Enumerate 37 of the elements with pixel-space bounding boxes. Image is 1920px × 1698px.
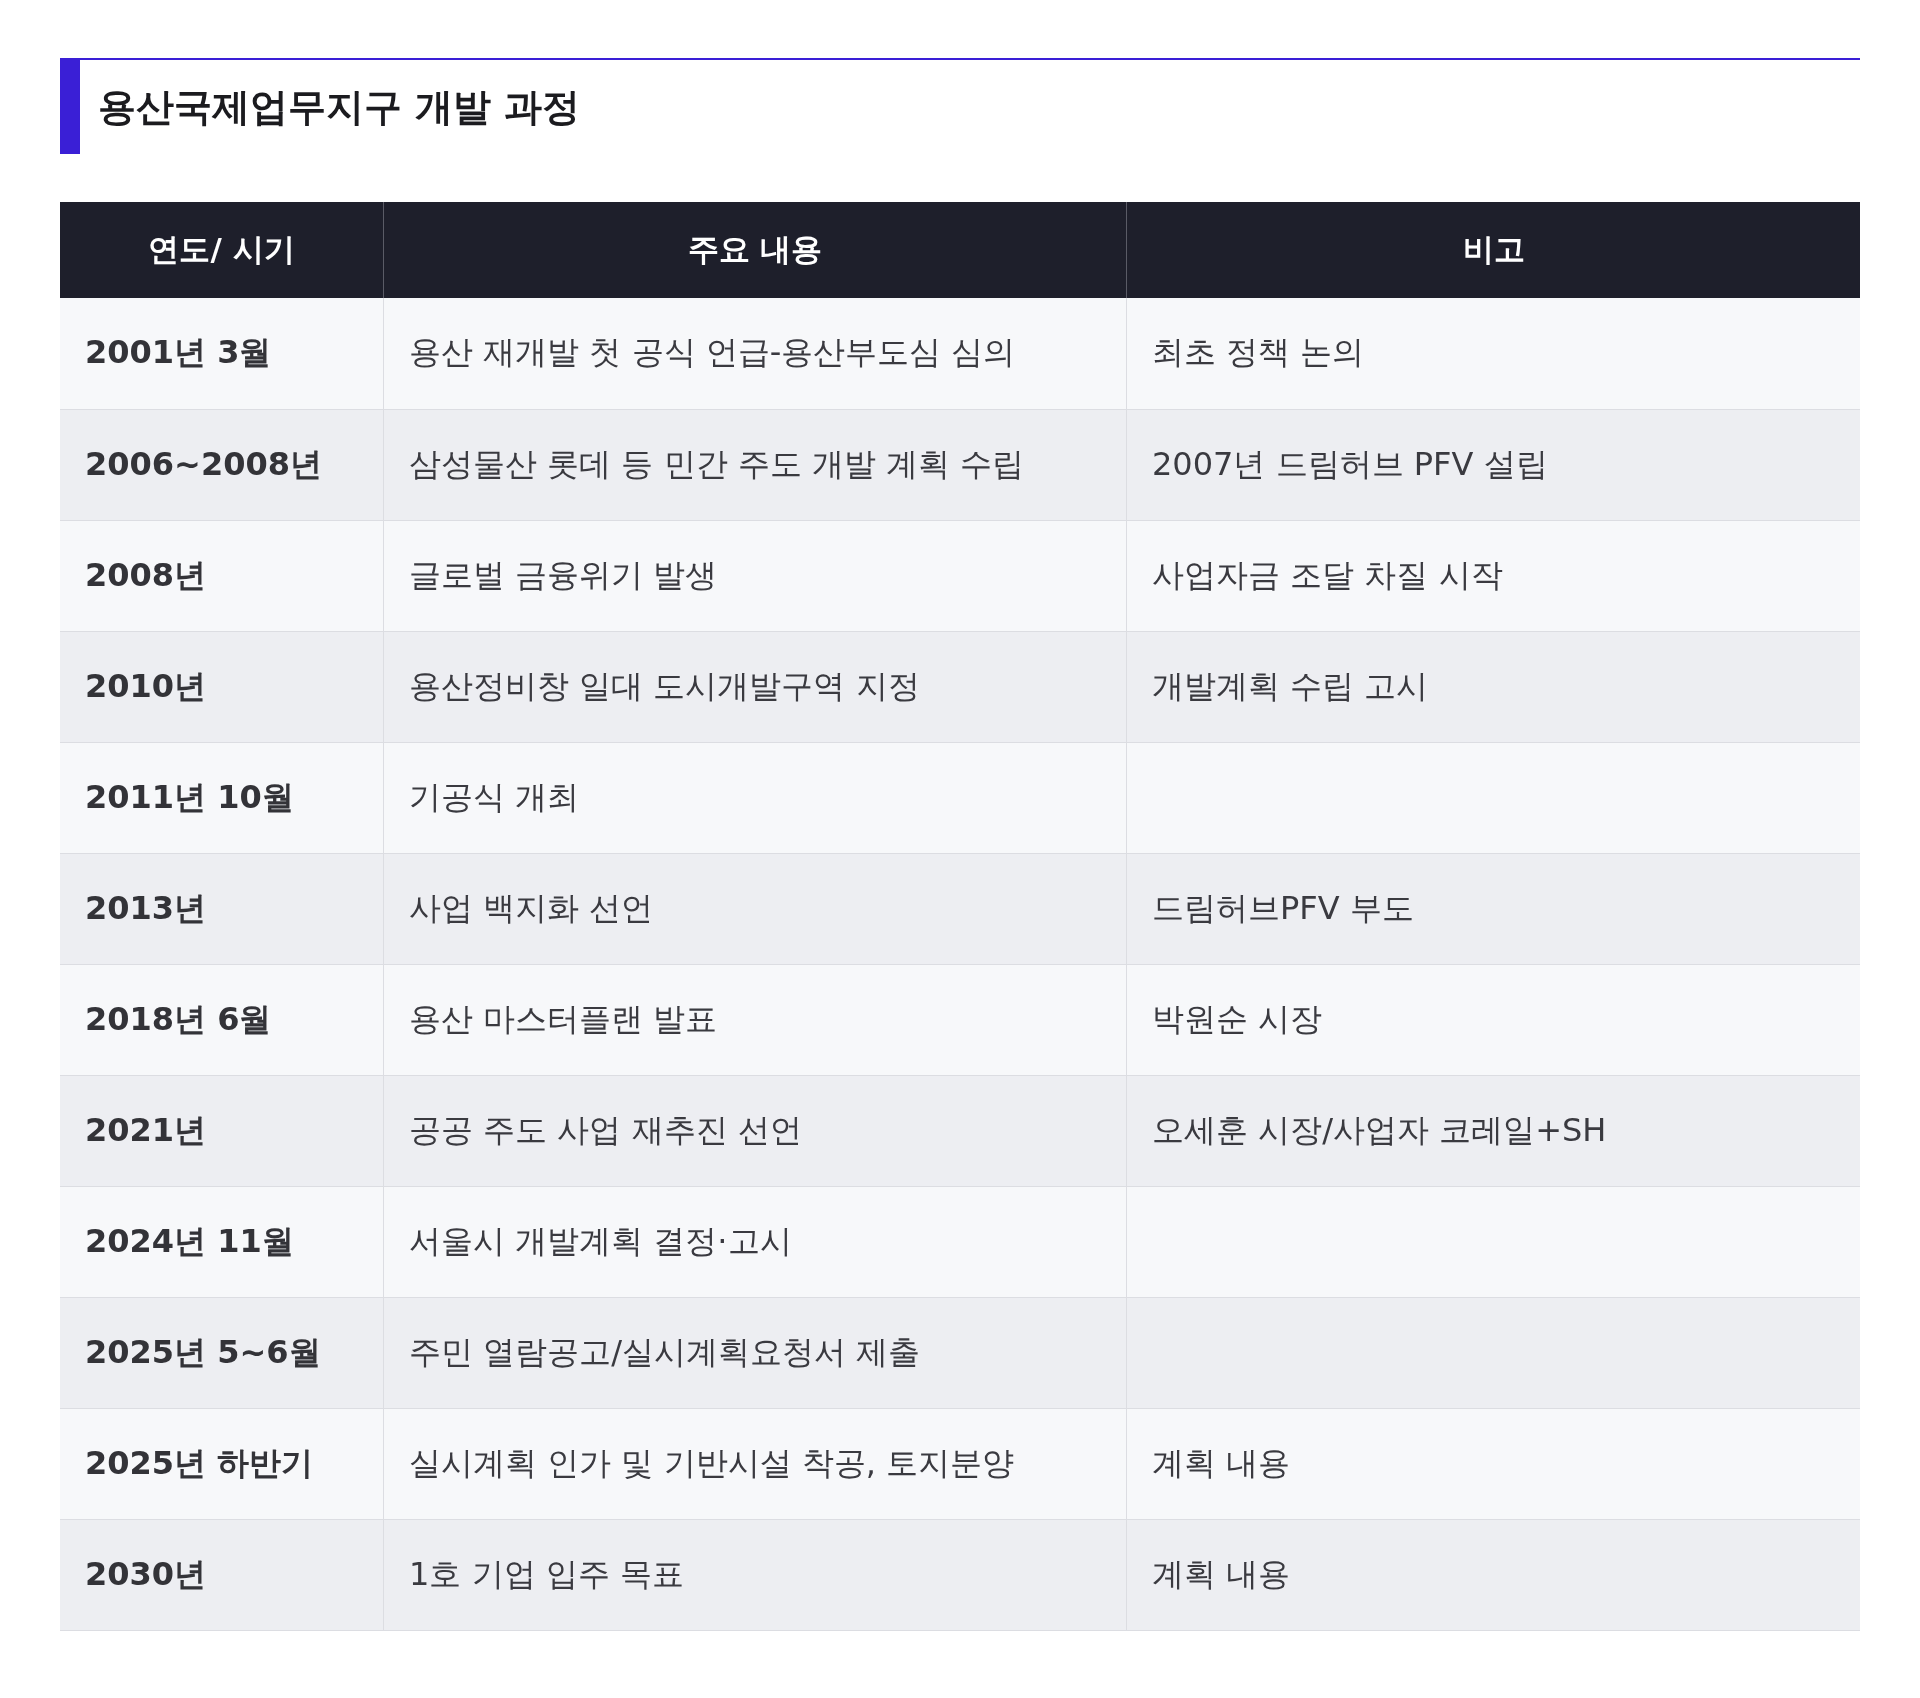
column-header: 비고 <box>1126 202 1860 298</box>
period-cell: 2021년 <box>60 1075 384 1186</box>
content-cell: 서울시 개발계획 결정·고시 <box>383 1186 1127 1297</box>
note-cell: 계획 내용 <box>1126 1519 1860 1630</box>
content-cell: 삼성물산 롯데 등 민간 주도 개발 계획 수립 <box>383 409 1127 520</box>
content-cell: 실시계획 인가 및 기반시설 착공, 토지분양 <box>383 1408 1127 1519</box>
period-cell: 2006~2008년 <box>60 409 384 520</box>
period-cell: 2025년 5~6월 <box>60 1297 384 1408</box>
content-cell: 주민 열람공고/실시계획요청서 제출 <box>383 1297 1127 1408</box>
content-cell: 공공 주도 사업 재추진 선언 <box>383 1075 1127 1186</box>
note-cell: 계획 내용 <box>1126 1408 1860 1519</box>
content-cell: 사업 백지화 선언 <box>383 853 1127 964</box>
period-cell: 2001년 3월 <box>60 298 384 409</box>
content-cell: 용산정비창 일대 도시개발구역 지정 <box>383 631 1127 742</box>
page-title: 용산국제업무지구 개발 과정 <box>98 83 581 131</box>
note-cell: 사업자금 조달 차질 시작 <box>1126 520 1860 631</box>
note-cell: 2007년 드림허브 PFV 설립 <box>1126 409 1860 520</box>
period-cell: 2030년 <box>60 1519 384 1630</box>
period-cell: 2024년 11월 <box>60 1186 384 1297</box>
content-cell: 기공식 개최 <box>383 742 1127 853</box>
content-cell: 글로벌 금융위기 발생 <box>383 520 1127 631</box>
period-cell: 2008년 <box>60 520 384 631</box>
note-cell: 드림허브PFV 부도 <box>1126 853 1860 964</box>
period-cell: 2010년 <box>60 631 384 742</box>
column-header: 연도/ 시기 <box>60 202 384 298</box>
content-cell: 용산 재개발 첫 공식 언급-용산부도심 심의 <box>383 298 1127 409</box>
note-cell: 개발계획 수립 고시 <box>1126 631 1860 742</box>
note-cell: 오세훈 시장/사업자 코레일+SH <box>1126 1075 1860 1186</box>
period-cell: 2013년 <box>60 853 384 964</box>
period-cell: 2011년 10월 <box>60 742 384 853</box>
content-cell: 용산 마스터플랜 발표 <box>383 964 1127 1075</box>
period-cell: 2018년 6월 <box>60 964 384 1075</box>
note-cell: 최초 정책 논의 <box>1126 298 1860 409</box>
period-cell: 2025년 하반기 <box>60 1408 384 1519</box>
column-header: 주요 내용 <box>383 202 1127 298</box>
note-cell: 박원순 시장 <box>1126 964 1860 1075</box>
content-cell: 1호 기업 입주 목표 <box>383 1519 1127 1630</box>
